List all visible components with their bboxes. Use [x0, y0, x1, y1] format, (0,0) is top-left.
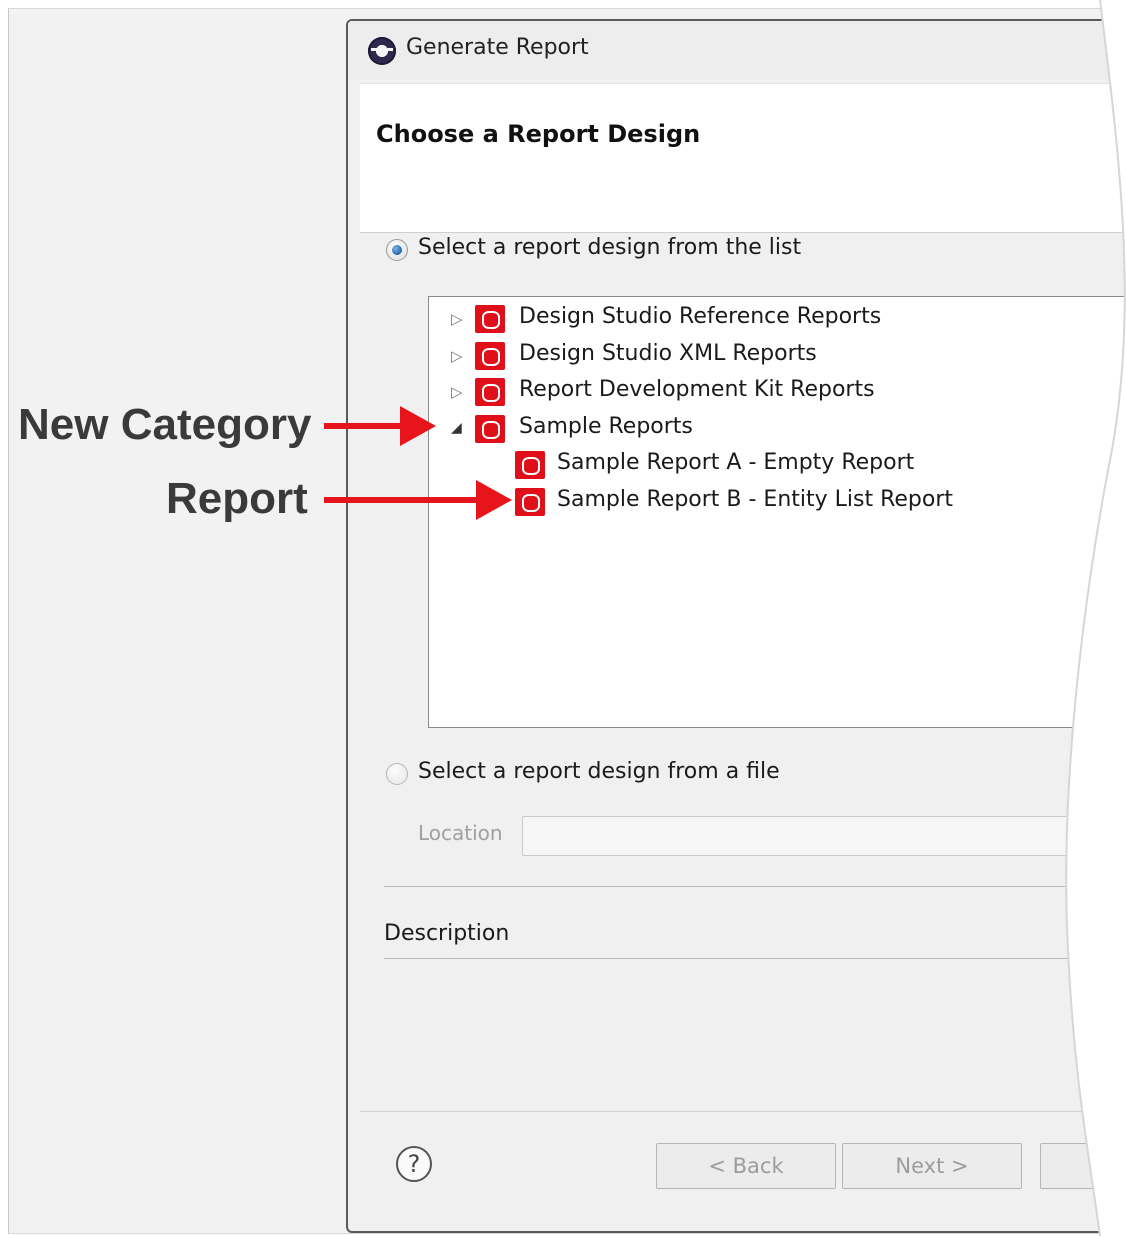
new-category-arrow-head [400, 406, 436, 446]
annotation-arrows [324, 406, 512, 520]
report-arrow-head [476, 480, 512, 520]
